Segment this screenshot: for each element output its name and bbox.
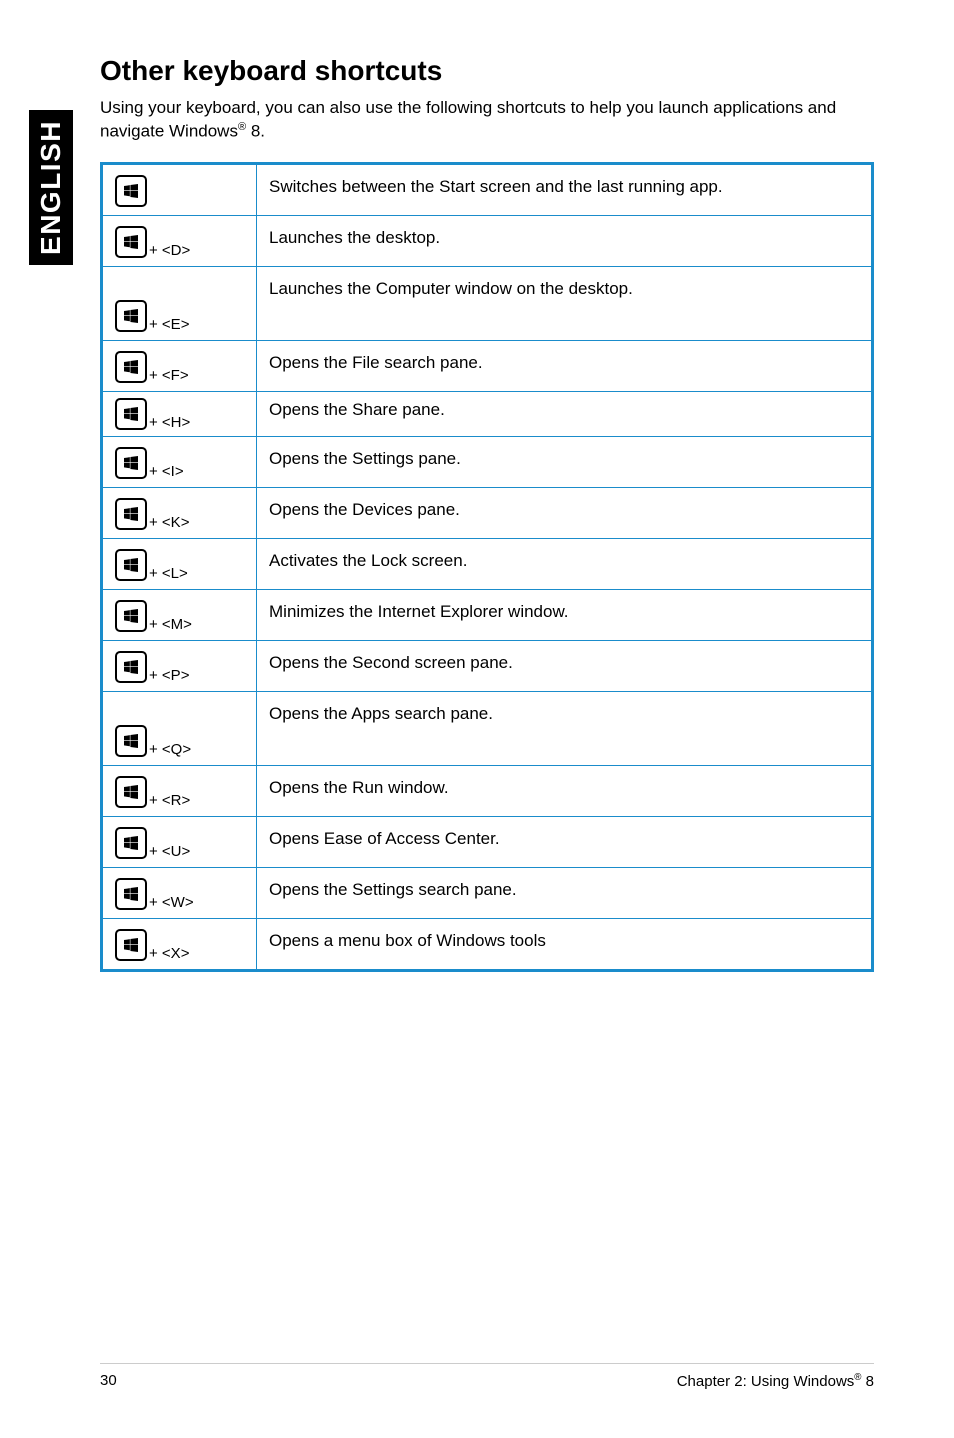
language-tab: ENGLISH bbox=[29, 110, 73, 265]
shortcut-description: Opens the Apps search pane. bbox=[257, 691, 873, 765]
table-row: + <I> Opens the Settings pane. bbox=[102, 436, 873, 487]
key-combo: + <R> bbox=[149, 792, 190, 809]
windows-key-icon bbox=[115, 929, 147, 961]
shortcut-description: Opens the File search pane. bbox=[257, 340, 873, 391]
windows-key-icon bbox=[115, 226, 147, 258]
windows-key-icon bbox=[115, 300, 147, 332]
key-combo: + <K> bbox=[149, 514, 189, 531]
shortcut-key-cell: + <F> bbox=[102, 340, 257, 391]
shortcut-key-cell: + <E> bbox=[102, 266, 257, 340]
shortcut-key-cell: + <P> bbox=[102, 640, 257, 691]
table-row: + <F> Opens the File search pane. bbox=[102, 340, 873, 391]
windows-key-icon bbox=[115, 600, 147, 632]
shortcut-key-cell: + <D> bbox=[102, 215, 257, 266]
shortcut-key-cell: + <R> bbox=[102, 765, 257, 816]
page-footer: 30 Chapter 2: Using Windows® 8 bbox=[100, 1363, 874, 1390]
page-number: 30 bbox=[100, 1372, 117, 1390]
shortcut-description: Launches the Computer window on the desk… bbox=[257, 266, 873, 340]
shortcut-key-cell: + <X> bbox=[102, 918, 257, 970]
shortcut-key-cell: + <K> bbox=[102, 487, 257, 538]
shortcut-description: Switches between the Start screen and th… bbox=[257, 163, 873, 215]
table-row: + <X> Opens a menu box of Windows tools bbox=[102, 918, 873, 970]
windows-key-icon bbox=[115, 447, 147, 479]
key-combo: + <X> bbox=[149, 945, 189, 962]
table-row: + <L> Activates the Lock screen. bbox=[102, 538, 873, 589]
key-combo: + <W> bbox=[149, 894, 194, 911]
key-combo: + <P> bbox=[149, 667, 189, 684]
windows-key-icon bbox=[115, 878, 147, 910]
key-combo: + <H> bbox=[149, 414, 190, 431]
table-row: + <E> Launches the Computer window on the… bbox=[102, 266, 873, 340]
key-combo: + <M> bbox=[149, 616, 192, 633]
windows-key-icon bbox=[115, 498, 147, 530]
shortcut-key-cell: + <I> bbox=[102, 436, 257, 487]
registered-mark: ® bbox=[238, 121, 246, 133]
shortcut-description: Opens a menu box of Windows tools bbox=[257, 918, 873, 970]
table-row: Switches between the Start screen and th… bbox=[102, 163, 873, 215]
shortcut-description: Opens Ease of Access Center. bbox=[257, 816, 873, 867]
intro-text-post: 8. bbox=[246, 122, 265, 141]
intro-text-pre: Using your keyboard, you can also use th… bbox=[100, 98, 836, 141]
windows-key-icon bbox=[115, 827, 147, 859]
windows-key-icon bbox=[115, 651, 147, 683]
table-row: + <H> Opens the Share pane. bbox=[102, 391, 873, 436]
table-row: + <D> Launches the desktop. bbox=[102, 215, 873, 266]
shortcut-key-cell: + <L> bbox=[102, 538, 257, 589]
key-combo: + <I> bbox=[149, 463, 184, 480]
chapter-post: 8 bbox=[861, 1373, 874, 1390]
key-combo: + <F> bbox=[149, 367, 189, 384]
windows-key-icon bbox=[115, 549, 147, 581]
windows-key-icon bbox=[115, 398, 147, 430]
shortcut-description: Opens the Settings pane. bbox=[257, 436, 873, 487]
table-row: + <M> Minimizes the Internet Explorer win… bbox=[102, 589, 873, 640]
shortcut-description: Opens the Devices pane. bbox=[257, 487, 873, 538]
key-combo: + <D> bbox=[149, 242, 190, 259]
shortcut-description: Opens the Share pane. bbox=[257, 391, 873, 436]
chapter-pre: Chapter 2: Using Windows bbox=[677, 1373, 855, 1390]
shortcut-key-cell: + <U> bbox=[102, 816, 257, 867]
shortcut-key-cell: + <W> bbox=[102, 867, 257, 918]
shortcut-description: Activates the Lock screen. bbox=[257, 538, 873, 589]
windows-key-icon bbox=[115, 725, 147, 757]
shortcut-description: Minimizes the Internet Explorer window. bbox=[257, 589, 873, 640]
table-row: + <K> Opens the Devices pane. bbox=[102, 487, 873, 538]
windows-key-icon bbox=[115, 776, 147, 808]
intro-paragraph: Using your keyboard, you can also use th… bbox=[100, 97, 874, 144]
shortcut-key-cell: + <M> bbox=[102, 589, 257, 640]
shortcut-description: Opens the Settings search pane. bbox=[257, 867, 873, 918]
table-row: + <W> Opens the Settings search pane. bbox=[102, 867, 873, 918]
shortcut-description: Launches the desktop. bbox=[257, 215, 873, 266]
key-combo: + <E> bbox=[149, 316, 189, 333]
key-combo: + <Q> bbox=[149, 741, 191, 758]
shortcut-description: Opens the Second screen pane. bbox=[257, 640, 873, 691]
shortcut-key-cell: + <Q> bbox=[102, 691, 257, 765]
table-row: + <U> Opens Ease of Access Center. bbox=[102, 816, 873, 867]
shortcuts-table: Switches between the Start screen and th… bbox=[100, 162, 874, 972]
windows-key-icon bbox=[115, 351, 147, 383]
windows-key-icon bbox=[115, 175, 147, 207]
key-combo: + <U> bbox=[149, 843, 190, 860]
table-row: + <R> Opens the Run window. bbox=[102, 765, 873, 816]
page-heading: Other keyboard shortcuts bbox=[100, 55, 874, 87]
shortcut-description: Opens the Run window. bbox=[257, 765, 873, 816]
key-combo: + <L> bbox=[149, 565, 188, 582]
shortcut-key-cell: + <H> bbox=[102, 391, 257, 436]
shortcut-key-cell bbox=[102, 163, 257, 215]
language-label: ENGLISH bbox=[35, 120, 67, 255]
table-row: + <P> Opens the Second screen pane. bbox=[102, 640, 873, 691]
table-row: + <Q> Opens the Apps search pane. bbox=[102, 691, 873, 765]
chapter-label: Chapter 2: Using Windows® 8 bbox=[677, 1372, 874, 1390]
